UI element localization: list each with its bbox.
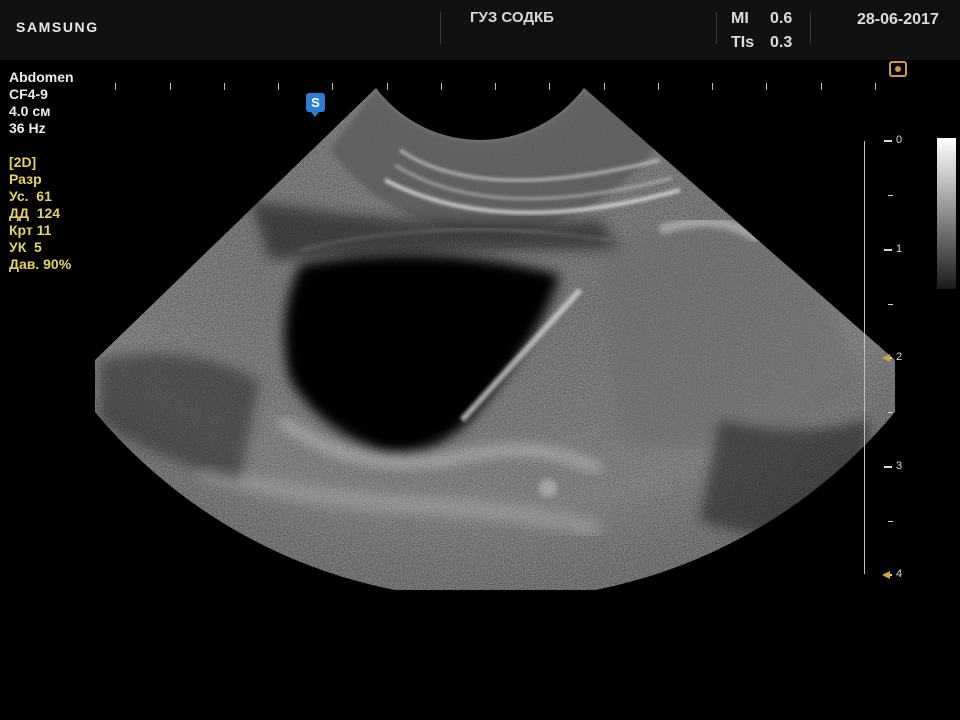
tis-label: TIs [731, 34, 755, 51]
preset-label: Abdomen [9, 69, 74, 85]
mi-value: 0.6 [770, 10, 793, 27]
lateral-scale-tick [549, 83, 550, 90]
lateral-scale-tick [387, 83, 388, 90]
focus-marker-icon [882, 571, 890, 579]
lateral-scale-tick [278, 83, 279, 90]
depth-major-tick [884, 248, 892, 251]
gain-label: Ус. 61 [9, 188, 52, 204]
depth-label: 4.0 см [9, 103, 51, 119]
tis-value: 0.3 [770, 34, 793, 51]
header-divider [440, 12, 441, 44]
grayscale-bar [937, 138, 956, 289]
ultrasound-sector-image [95, 88, 895, 590]
lateral-scale-tick [332, 83, 333, 90]
ultrasound-screen: SAMSUNG ГУЗ СОДКБ MI 0.6 TIs 0.3 28-06-2… [0, 0, 960, 720]
resolution-label: Разр [9, 171, 42, 187]
frame-rate-label: 36 Hz [9, 120, 46, 136]
hospital-name: ГУЗ СОДКБ [470, 9, 554, 26]
power-label: Дав. 90% [9, 256, 72, 272]
lateral-scale-tick [495, 83, 496, 90]
persistence-label: Крт 11 [9, 222, 52, 238]
lateral-scale-tick [115, 83, 116, 90]
depth-minor-tick [888, 303, 893, 305]
depth-scale-line [864, 141, 865, 574]
depth-tick-label: 1 [896, 242, 903, 255]
lateral-scale-tick [658, 83, 659, 90]
mode-label: [2D] [9, 154, 37, 170]
probe-label: CF4-9 [9, 86, 48, 102]
edge-label: УК 5 [9, 239, 42, 255]
focus-marker-icon [882, 354, 890, 362]
depth-minor-tick [888, 520, 893, 522]
depth-minor-tick [888, 412, 893, 414]
exam-date: 28-06-2017 [857, 11, 939, 28]
depth-tick-label: 3 [896, 459, 903, 472]
lateral-scale-tick [875, 83, 876, 90]
depth-tick-label: 2 [896, 351, 903, 363]
lateral-scale-tick [712, 83, 713, 90]
brand-logo: SAMSUNG [16, 19, 99, 35]
lateral-scale-tick [441, 83, 442, 90]
header-divider [810, 12, 811, 44]
depth-major-tick [884, 140, 892, 142]
lateral-scale-tick [170, 83, 171, 90]
dynamic-range-label: ДД 124 [9, 205, 61, 221]
probe-orientation-icon [889, 61, 907, 77]
header-divider [716, 12, 717, 44]
depth-minor-tick [888, 195, 893, 197]
depth-tick-label: 4 [896, 568, 903, 580]
lateral-scale-tick [766, 83, 767, 90]
lateral-scale-tick [604, 83, 605, 90]
depth-major-tick [884, 465, 892, 468]
mi-label: MI [731, 10, 749, 27]
lateral-scale-tick [224, 83, 225, 90]
depth-tick-label: 0 [896, 134, 903, 146]
header-bar: SAMSUNG ГУЗ СОДКБ MI 0.6 TIs 0.3 28-06-2… [0, 0, 960, 60]
s-marker-icon: S [306, 93, 325, 117]
lateral-scale-tick [821, 83, 822, 90]
